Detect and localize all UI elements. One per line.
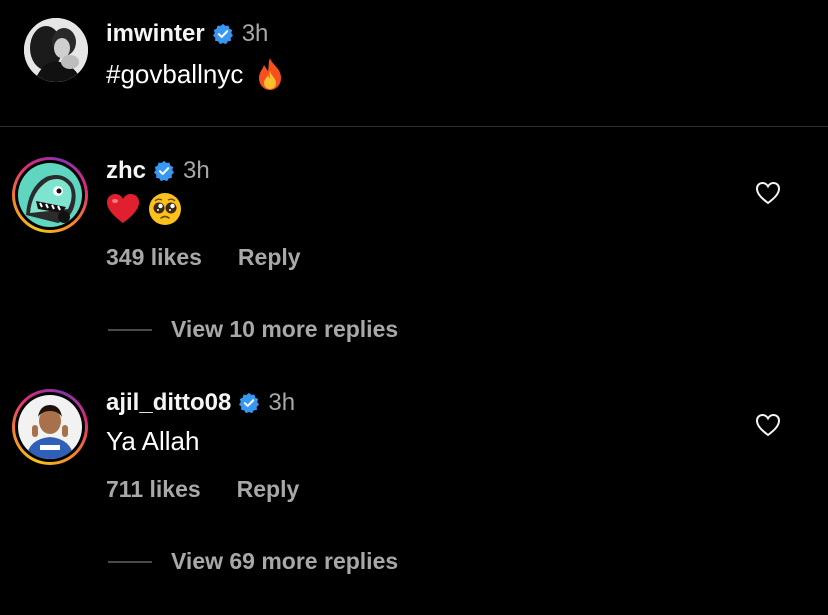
verified-badge-icon [154, 160, 175, 182]
replies-line [108, 329, 152, 331]
comment-username[interactable]: ajil_ditto08 [106, 389, 231, 417]
story-ring [12, 389, 88, 465]
view-more-replies-button[interactable]: View 69 more replies [171, 546, 398, 576]
caption-divider [0, 126, 828, 127]
story-ring [12, 157, 88, 233]
avatar [18, 395, 82, 459]
comment-header-ajil: ajil_ditto08 3h [106, 387, 295, 419]
caption-text: #govballnyc [106, 56, 285, 92]
verified-badge-icon [239, 392, 260, 414]
likes-count[interactable]: 349 likes [106, 244, 202, 271]
comment-meta-zhc: 349 likes Reply [106, 242, 301, 272]
caption-header: imwinter 3h [106, 18, 268, 50]
caption-username[interactable]: imwinter [106, 20, 205, 48]
comment-text-zhc [106, 192, 182, 226]
avatar [18, 163, 82, 227]
comment-username[interactable]: zhc [106, 157, 146, 185]
replies-line [108, 561, 152, 563]
like-heart-icon[interactable] [755, 413, 781, 437]
comment-meta-ajil: 711 likes Reply [106, 474, 299, 504]
comment-time: 3h [183, 157, 210, 184]
avatar-photo [24, 18, 88, 82]
reply-button[interactable]: Reply [237, 476, 300, 503]
fire-icon [259, 58, 282, 90]
caption-hashtag[interactable]: #govballnyc [106, 59, 243, 90]
like-heart-icon[interactable] [755, 181, 781, 205]
caption-time: 3h [241, 20, 269, 47]
red-heart-icon [107, 194, 139, 223]
comment-time: 3h [268, 389, 296, 416]
comment-text-ajil: Ya Allah [106, 425, 200, 456]
pleading-face-icon [149, 193, 181, 225]
verified-badge-icon [212, 23, 233, 45]
view-more-replies-button[interactable]: View 10 more replies [171, 314, 398, 344]
avatar-photo [18, 163, 82, 227]
comment-header-zhc: zhc 3h [106, 155, 210, 187]
reply-button[interactable]: Reply [238, 244, 301, 271]
likes-count[interactable]: 711 likes [106, 476, 201, 503]
comment-avatar-zhc[interactable] [12, 157, 88, 233]
caption-avatar[interactable] [24, 18, 88, 82]
avatar-photo [18, 395, 82, 459]
comment-avatar-ajil[interactable] [12, 389, 88, 465]
